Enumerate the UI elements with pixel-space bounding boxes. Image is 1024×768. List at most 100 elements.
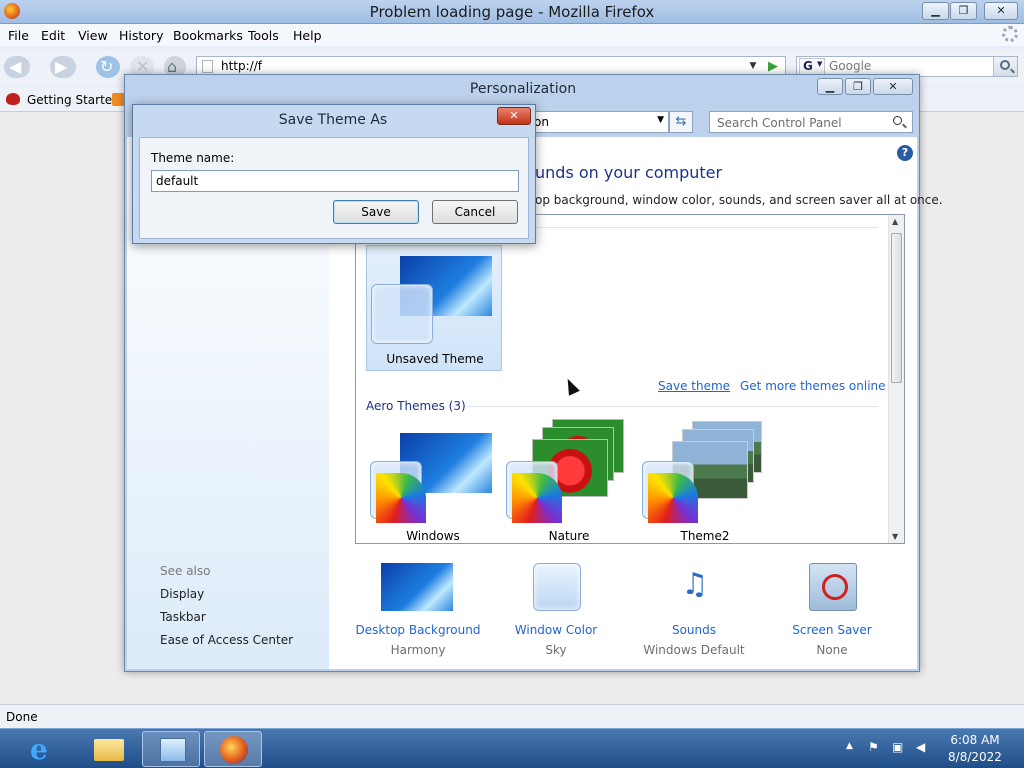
taskbar-windows-explorer[interactable] <box>80 731 138 767</box>
screen-saver-link[interactable]: Screen Saver <box>767 623 897 637</box>
none-icon <box>822 574 848 600</box>
scroll-thumb[interactable] <box>891 233 902 383</box>
minimize-button[interactable]: ▁ <box>817 78 843 95</box>
see-also-heading: See also <box>160 564 211 578</box>
clock-time[interactable]: 6:08 AM <box>940 733 1010 747</box>
window-title: Personalization <box>469 81 577 97</box>
theme-list-scrollbar[interactable]: ▲ ▼ <box>888 215 904 543</box>
chevron-down-icon: ▼ <box>817 60 823 68</box>
menu-help[interactable]: Help <box>293 28 322 43</box>
status-text: Done <box>6 710 38 724</box>
screen-saver-value: None <box>816 643 848 657</box>
taskbar-control-panel[interactable] <box>142 731 200 767</box>
url-text[interactable]: http://f <box>221 59 262 73</box>
forward-arrow-icon: ▶ <box>55 57 68 76</box>
desktop-background-value: Harmony <box>390 643 446 657</box>
control-panel-icon <box>160 738 186 762</box>
theme-name-input[interactable] <box>151 170 519 192</box>
throbber-icon <box>1002 26 1018 42</box>
save-theme-link[interactable]: Save theme <box>658 379 730 393</box>
close-button[interactable]: ✕ <box>497 107 531 125</box>
taskbar-internet-explorer[interactable]: e <box>14 731 72 767</box>
get-more-themes-link[interactable]: Get more themes online <box>740 379 886 393</box>
bookmark-icon <box>6 93 20 105</box>
theme-label: Windows <box>406 529 460 543</box>
menu-view[interactable]: View <box>78 28 108 43</box>
desktop-background-link[interactable]: Desktop Background <box>353 623 483 637</box>
volume-muted-icon[interactable]: ◀ <box>916 740 930 754</box>
firefox-icon <box>220 736 248 764</box>
link-ease-of-access[interactable]: Ease of Access Center <box>160 633 293 647</box>
page-icon <box>202 60 213 73</box>
network-icon[interactable]: ▣ <box>892 740 906 754</box>
search-input[interactable]: Google <box>829 59 871 73</box>
theme-nature[interactable]: Nature <box>506 419 636 543</box>
save-button[interactable]: Save <box>333 200 419 224</box>
back-arrow-icon: ◀ <box>9 57 22 76</box>
menu-history[interactable]: History <box>119 28 163 43</box>
chevron-down-icon[interactable]: ▼ <box>657 115 664 125</box>
taskbar-firefox[interactable] <box>204 731 262 767</box>
address-text: on <box>534 115 549 129</box>
theme-label: Theme2 <box>680 529 730 543</box>
color-palette-icon <box>512 473 562 523</box>
menu-tools[interactable]: Tools <box>248 28 279 43</box>
scroll-up-icon[interactable]: ▲ <box>892 217 898 226</box>
minimize-button[interactable]: ▁ <box>922 2 949 20</box>
link-taskbar[interactable]: Taskbar <box>160 610 206 624</box>
menu-file[interactable]: File <box>8 28 29 43</box>
aero-themes-heading: Aero Themes (3) <box>366 399 466 413</box>
forward-button[interactable]: ▶ <box>50 56 76 78</box>
firefox-title-bar: Problem loading page - Mozilla Firefox ▁… <box>0 0 1024 24</box>
close-button[interactable]: ✕ <box>873 78 913 95</box>
divider <box>466 406 878 407</box>
theme-windows[interactable]: Windows <box>370 423 500 543</box>
theme-label: Nature <box>548 529 590 543</box>
search-button[interactable] <box>993 57 1017 76</box>
page-title: unds on your computer <box>535 163 723 182</box>
status-bar: Done <box>0 704 1024 728</box>
search-engine-selector[interactable]: G ▼ <box>799 58 825 75</box>
action-center-flag-icon[interactable]: ⚑ <box>868 740 882 754</box>
maximize-button[interactable]: ❐ <box>845 78 871 95</box>
sounds-icon: ♫ <box>681 567 709 602</box>
internet-explorer-icon: e <box>30 733 48 766</box>
window-color-icon <box>533 563 581 611</box>
window-title: Problem loading page - Mozilla Firefox <box>369 3 655 21</box>
unsaved-theme-tile[interactable]: Unsaved Theme <box>366 245 502 371</box>
cancel-button[interactable]: Cancel <box>432 200 518 224</box>
folder-icon <box>94 739 124 761</box>
color-palette-icon <box>648 473 698 523</box>
sounds-link[interactable]: Sounds <box>629 623 759 637</box>
search-control-panel-input[interactable]: Search Control Panel <box>709 111 913 133</box>
desktop-background-icon <box>381 563 453 611</box>
theme-label: Unsaved Theme <box>386 352 484 366</box>
back-button[interactable]: ◀ <box>4 56 30 78</box>
menu-edit[interactable]: Edit <box>41 28 65 43</box>
show-hidden-icons-button[interactable]: ▲ <box>846 741 853 751</box>
taskbar: e ▲ ⚑ ▣ ◀ 6:08 AM 8/8/2022 <box>0 728 1024 768</box>
sounds-value: Windows Default <box>643 643 745 657</box>
close-button[interactable]: ✕ <box>984 2 1018 20</box>
search-icon <box>1000 60 1010 70</box>
help-icon[interactable]: ? <box>897 145 913 161</box>
scroll-down-icon[interactable]: ▼ <box>892 532 898 541</box>
refresh-button[interactable]: ⇆ <box>669 111 693 133</box>
address-bar[interactable]: on ▼ <box>529 111 669 133</box>
dialog-title: Save Theme As <box>278 112 388 128</box>
theme-theme2[interactable]: Theme2 <box>642 421 772 543</box>
reload-icon: ↻ <box>100 57 114 76</box>
color-palette-icon <box>376 473 426 523</box>
window-color-link[interactable]: Window Color <box>491 623 621 637</box>
save-theme-dialog: Save Theme As ✕ Theme name: Save Cancel <box>132 104 536 244</box>
link-display[interactable]: Display <box>160 587 204 601</box>
menu-bookmarks[interactable]: Bookmarks <box>173 28 243 43</box>
window-color-value: Sky <box>545 643 567 657</box>
reload-button[interactable]: ↻ <box>96 56 120 78</box>
window-color-swatch <box>371 284 433 344</box>
clock-date[interactable]: 8/8/2022 <box>940 750 1010 764</box>
maximize-button[interactable]: ❐ <box>950 2 977 20</box>
theme-list: Unsaved Theme Save theme Get more themes… <box>355 214 905 544</box>
dialog-body: Theme name: Save Cancel <box>139 137 529 239</box>
bookmark-getting-started[interactable]: Getting Started <box>27 93 120 107</box>
